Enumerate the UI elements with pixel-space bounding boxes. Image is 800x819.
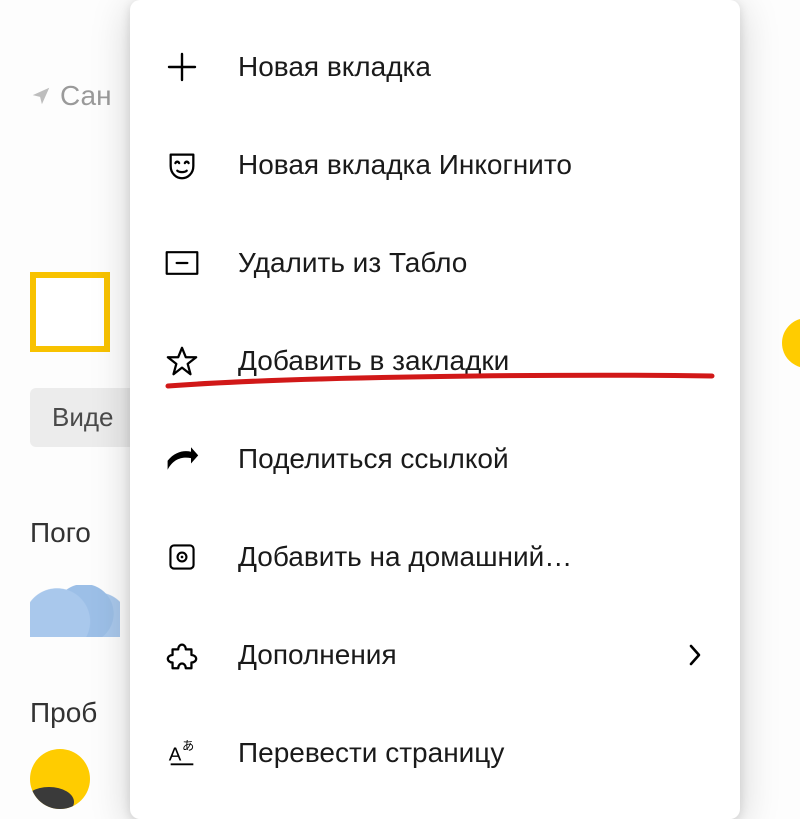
menu-item-share-link[interactable]: Поделиться ссылкой (130, 410, 740, 508)
mask-icon (162, 148, 202, 182)
svg-text:あ: あ (182, 739, 194, 753)
bg-tab-video: Виде (30, 388, 136, 447)
puzzle-icon (162, 638, 202, 672)
menu-item-label: Добавить на домашний… (238, 541, 710, 573)
menu-item-remove-from-tablo[interactable]: Удалить из Табло (130, 214, 740, 312)
menu-item-label: Поделиться ссылкой (238, 443, 710, 475)
homescreen-icon (162, 541, 202, 573)
page-background: Сан Виде Пого Проб Новая вкладкаНовая вк… (0, 0, 800, 819)
menu-item-label: Новая вкладка (238, 51, 710, 83)
menu-item-new-tab[interactable]: Новая вкладка (130, 18, 740, 116)
menu-item-new-incognito-tab[interactable]: Новая вкладка Инкогнито (130, 116, 740, 214)
location-arrow-icon (30, 85, 52, 107)
menu-item-label: Удалить из Табло (238, 247, 710, 279)
menu-item-label: Перевести страницу (238, 737, 710, 769)
menu-item-label: Дополнения (238, 639, 680, 671)
menu-item-label: Новая вкладка Инкогнито (238, 149, 710, 181)
cloud-icon (30, 577, 120, 637)
menu-item-add-to-homescreen[interactable]: Добавить на домашний… (130, 508, 740, 606)
translate-icon: Aあ (162, 736, 202, 770)
menu-item-translate-page[interactable]: Aあ Перевести страницу (130, 704, 740, 802)
chevron-right-icon (680, 642, 710, 668)
menu-item-extensions[interactable]: Дополнения (130, 606, 740, 704)
traffic-icon (30, 749, 90, 809)
share-icon (162, 444, 202, 474)
svg-text:A: A (169, 745, 182, 766)
star-icon (162, 344, 202, 378)
page-actions-menu: Новая вкладка Новая вкладка Инкогнито Удал… (130, 0, 740, 819)
plus-icon (162, 49, 202, 85)
location-text: Сан (60, 80, 112, 112)
menu-item-label: Добавить в закладки (238, 345, 710, 377)
remove-tile-icon (162, 249, 202, 277)
search-box-fragment (30, 272, 110, 352)
menu-item-add-to-bookmarks[interactable]: Добавить в закладки (130, 312, 740, 410)
